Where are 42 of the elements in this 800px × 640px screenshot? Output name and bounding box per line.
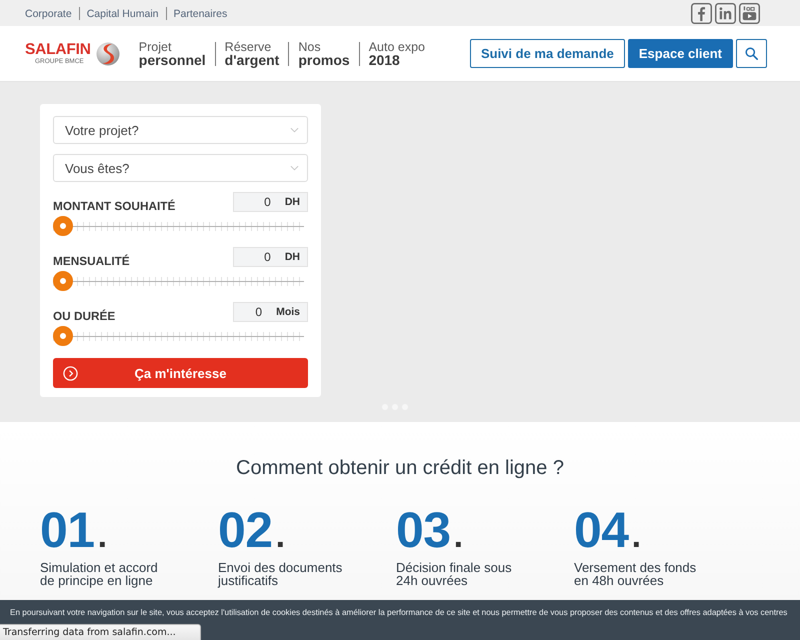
search-icon [745,47,758,60]
slider-thumb[interactable] [53,216,73,236]
submit-button[interactable]: Ça m'intéresse [53,358,308,388]
step-description: Versement des fonds en 48h ouvrées [574,561,698,587]
slider-label: MONTANT SOUHAITÉ [53,199,176,213]
slider-label: MENSUALITÉ [53,254,130,268]
step-description: Envoi des documents justificatifs [218,561,344,587]
nav-link[interactable]: Auto expo 2018 [368,41,425,66]
nav-link[interactable]: Nos promos [298,41,350,66]
dropdown-field[interactable]: Vous êtes? [53,154,308,182]
search-button[interactable] [736,39,767,68]
chevron-down-icon [290,165,299,171]
nav-link[interactable]: Réserve d'argent [224,41,280,66]
step-number: 01. [40,510,107,556]
value-field[interactable]: 0 DH [233,192,308,212]
top-link[interactable]: Capital Humain [86,8,158,20]
slider-thumb[interactable] [53,271,73,291]
linkedin-icon[interactable] [715,3,736,24]
step-description: Simulation et accord de principe en ligne [40,561,159,587]
status-text: Transferring data from salafin.com... [3,627,176,638]
step-number: 04. [574,510,641,556]
circle-chevron-icon [63,366,78,380]
cookie-text: En poursuivant votre navigation sur le site, vous acceptez l'utilisation de cookies destinés à améliorer la performance de ce site et nous permettre de vous proposer des contenus et des offres adaptées à vos centres [10,607,788,619]
sphere-logo-icon[interactable] [96,42,120,66]
chevron-down-icon [290,127,299,133]
slider-thumb[interactable] [53,326,73,346]
value-field[interactable]: 0 DH [233,247,308,267]
brand-name[interactable]: SALAFIN [25,42,91,58]
step-number: 03. [396,510,463,556]
step-description: Décision finale sous 24h ouvrées [396,561,513,587]
dropdown-field[interactable]: Votre projet? [53,116,308,144]
top-link[interactable]: Partenaires [174,8,228,20]
step-number: 02. [218,510,285,556]
track-request-button[interactable]: Suivi de ma demande [470,39,625,68]
video-play-icon[interactable] [739,3,760,24]
top-link[interactable]: Corporate [25,8,72,20]
value-field[interactable]: 0 Mois [233,302,308,322]
client-area-button[interactable]: Espace client [628,39,733,68]
section-title: Comment obtenir un crédit en ligne ? [235,456,565,480]
nav-link[interactable]: Projet personnel [138,41,206,66]
slider-label: OU DURÉE [53,309,116,323]
facebook-icon[interactable] [691,3,712,24]
